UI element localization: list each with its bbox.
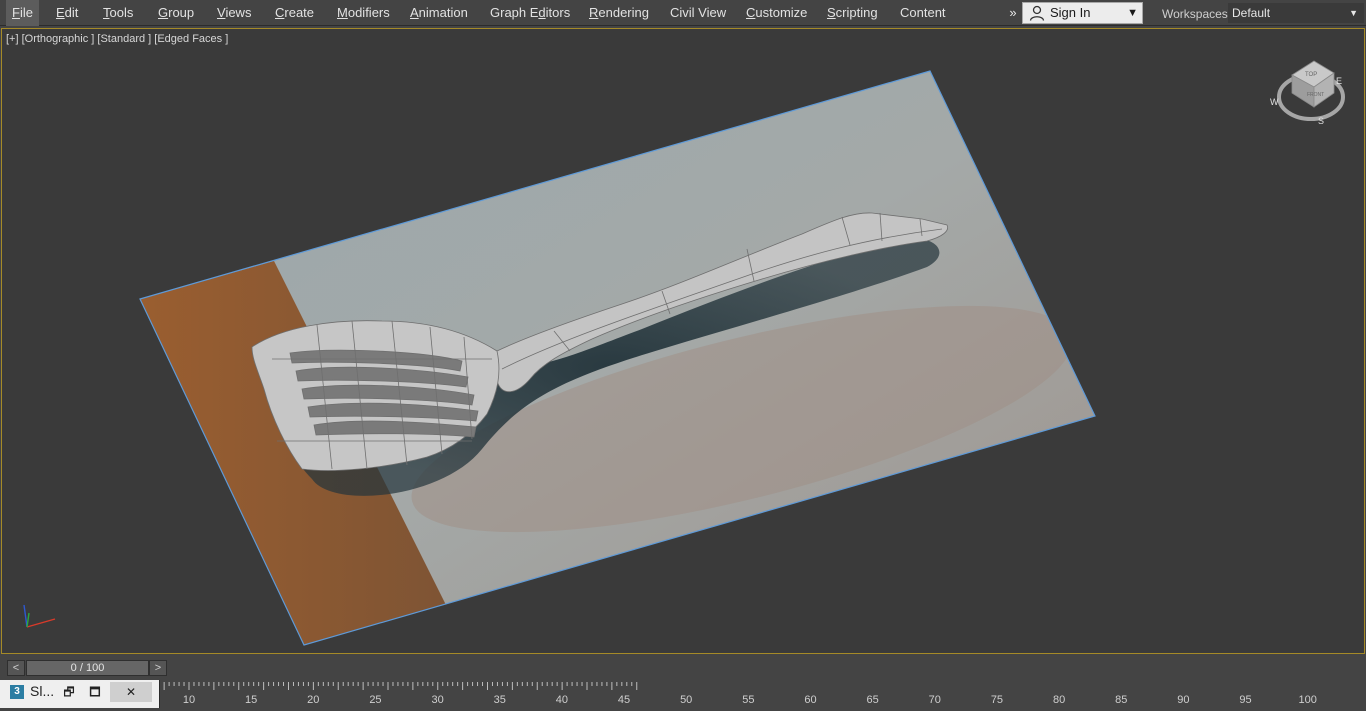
close-icon[interactable]: ✕ [110, 682, 152, 702]
menu-scripting[interactable]: Scripting [821, 0, 884, 26]
viewcube[interactable]: TOP FRONT W S E [1270, 60, 1345, 126]
menu-customize-label: ustomize [755, 5, 808, 20]
ruler-label: 30 [431, 694, 443, 706]
minimized-window-tab[interactable]: 3 Sl... 🗗 🗖 ✕ [0, 680, 160, 708]
ruler-label: 80 [1053, 694, 1065, 706]
compass-s: S [1318, 116, 1324, 126]
workspace-select[interactable]: Default ▼ [1228, 3, 1364, 23]
perspective-viewport[interactable]: TOP FRONT W S E [+] [Orthographic ] [Sta… [1, 28, 1365, 654]
app-icon: 3 [10, 685, 24, 699]
chevron-down-icon: ▼ [1127, 7, 1138, 19]
timeline-ruler[interactable]: 10 15 20 25 30 35 40 45 50 55 60 65 70 75 80 85 90 95 100 [160, 680, 1366, 708]
menu-file-label: ile [19, 5, 33, 20]
axis-tripod-icon [23, 604, 56, 628]
user-icon [1029, 5, 1045, 21]
ruler-label: 40 [556, 694, 568, 706]
track-bar[interactable]: 10 15 20 25 30 35 40 45 50 55 60 65 70 75 80 85 90 95 100 [160, 680, 1366, 708]
menu-scripting-mnemonic: S [827, 5, 836, 20]
menu-civil-view-label: Civil View [670, 5, 727, 20]
menu-edit-label: dit [64, 5, 79, 20]
menu-create-label: reate [284, 5, 315, 20]
compass-w: W [1270, 97, 1279, 107]
menu-bar: File Edit Tools Group Views Create Modif… [0, 0, 1366, 26]
window-title: Sl... [30, 683, 55, 699]
next-frame-button[interactable]: > [149, 660, 167, 676]
menu-group-mnemonic: G [158, 5, 169, 20]
menu-views[interactable]: Views [211, 0, 257, 26]
sign-in-label: Sign In [1050, 5, 1091, 20]
ruler-label: 45 [618, 694, 630, 706]
menu-animation[interactable]: Animation [404, 0, 474, 26]
compass-e: E [1336, 76, 1342, 86]
time-slider[interactable]: 0 / 100 [26, 660, 149, 676]
menu-file-mnemonic: F [12, 5, 20, 20]
time-slider-bar: < 0 / 100 > [0, 656, 1366, 682]
menu-group-label: roup [168, 5, 195, 20]
viewcube-top-face: TOP [1305, 72, 1317, 78]
ruler-label: 90 [1177, 694, 1189, 706]
menu-animation-mnemonic: A [410, 5, 419, 20]
menu-modifiers-mnemonic: M [337, 5, 348, 20]
menu-animation-label: nimation [418, 5, 468, 20]
ruler-label: 20 [307, 694, 319, 706]
ruler-label: 75 [991, 694, 1003, 706]
ruler-label: 70 [929, 694, 941, 706]
ruler-label: 85 [1115, 694, 1127, 706]
ruler-label: 60 [804, 694, 816, 706]
ruler-label: 100 [1299, 694, 1317, 706]
ruler-label: 25 [369, 694, 381, 706]
menu-graph-editors-label: itors [545, 5, 571, 20]
workspaces-label: Workspaces: [1162, 7, 1232, 21]
menu-customize[interactable]: Customize [740, 0, 813, 26]
ruler-label: 50 [680, 694, 692, 706]
menu-graph-editors-prefix: Graph E [490, 5, 539, 20]
menu-scripting-label: cripting [835, 5, 878, 20]
viewport-label[interactable]: [+] [Orthographic ] [Standard ] [Edged F… [6, 33, 228, 45]
viewport-scene[interactable]: TOP FRONT W S E [2, 29, 1364, 653]
sign-in-dropdown[interactable]: Sign In ▼ [1022, 2, 1143, 24]
menu-rendering-mnemonic: R [589, 5, 599, 20]
ruler-label: 10 [183, 694, 195, 706]
menu-rendering-label: endering [598, 5, 649, 20]
menu-tools[interactable]: Tools [97, 0, 139, 26]
menu-edit[interactable]: Edit [50, 0, 84, 26]
menu-civil-view[interactable]: Civil View [664, 0, 732, 26]
menu-modifiers[interactable]: Modifiers [331, 0, 396, 26]
workspace-value: Default [1232, 6, 1271, 20]
maximize-icon[interactable]: 🗖 [84, 682, 106, 702]
menu-create[interactable]: Create [269, 0, 320, 26]
menu-customize-mnemonic: C [746, 5, 756, 20]
menu-graph-editors-mnemonic: d [538, 5, 546, 20]
restore-icon[interactable]: 🗗 [58, 682, 80, 702]
menu-edit-mnemonic: E [56, 5, 65, 20]
ruler-label: 95 [1239, 694, 1251, 706]
menu-graph-editors[interactable]: Graph Editors [484, 0, 576, 26]
menu-tools-label: ools [109, 5, 134, 20]
viewcube-front-face: FRONT [1307, 92, 1324, 98]
menu-rendering[interactable]: Rendering [583, 0, 655, 26]
menu-views-label: iews [225, 5, 252, 20]
menu-group[interactable]: Group [152, 0, 200, 26]
menu-content-label: Content [900, 5, 946, 20]
menu-modifiers-label: odifiers [347, 5, 390, 20]
menu-file[interactable]: File [6, 0, 39, 26]
ruler-label: 65 [867, 694, 879, 706]
menu-create-mnemonic: C [275, 5, 285, 20]
menu-content[interactable]: Content [894, 0, 952, 26]
prev-frame-button[interactable]: < [7, 660, 25, 676]
menu-overflow-button[interactable]: » [1005, 3, 1021, 23]
ruler-label: 15 [245, 694, 257, 706]
ruler-label: 55 [742, 694, 754, 706]
chevron-down-icon: ▼ [1349, 8, 1358, 18]
ruler-label: 35 [494, 694, 506, 706]
